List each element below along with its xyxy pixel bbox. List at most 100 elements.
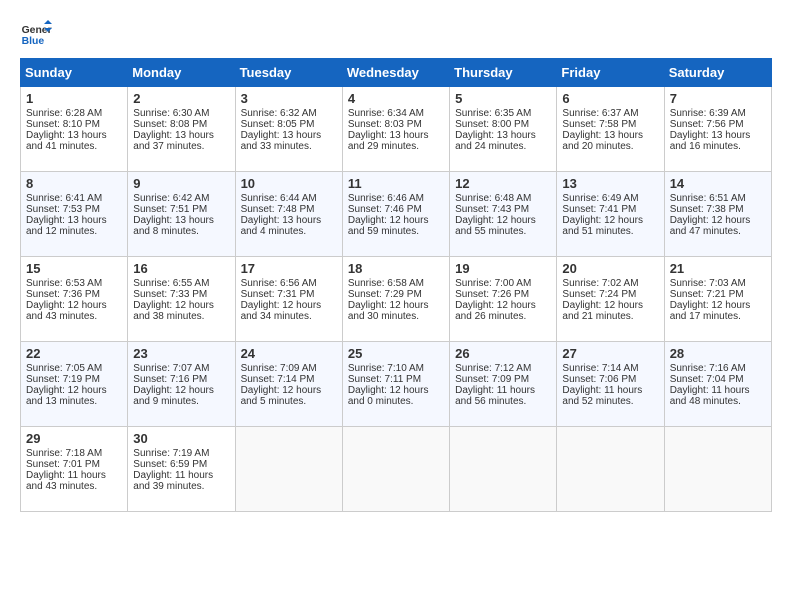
daylight-text: Daylight: 13 hours and 41 minutes. (26, 130, 107, 152)
day-number: 25 (348, 346, 444, 361)
day-number: 26 (455, 346, 551, 361)
daylight-text: Daylight: 12 hours and 9 minutes. (133, 385, 214, 407)
sunset-text: Sunset: 7:56 PM (670, 119, 744, 130)
calendar-cell: 7 Sunrise: 6:39 AM Sunset: 7:56 PM Dayli… (664, 87, 771, 172)
daylight-text: Daylight: 11 hours and 52 minutes. (562, 385, 642, 407)
day-number: 1 (26, 91, 122, 106)
sunrise-text: Sunrise: 7:10 AM (348, 363, 424, 374)
daylight-text: Daylight: 12 hours and 34 minutes. (241, 300, 322, 322)
calendar-cell: 27 Sunrise: 7:14 AM Sunset: 7:06 PM Dayl… (557, 342, 664, 427)
sunrise-text: Sunrise: 6:46 AM (348, 193, 424, 204)
calendar-cell: 13 Sunrise: 6:49 AM Sunset: 7:41 PM Dayl… (557, 172, 664, 257)
day-number: 9 (133, 176, 229, 191)
sunrise-text: Sunrise: 7:19 AM (133, 448, 209, 459)
calendar-cell: 9 Sunrise: 6:42 AM Sunset: 7:51 PM Dayli… (128, 172, 235, 257)
calendar-cell (450, 427, 557, 512)
sunset-text: Sunset: 7:31 PM (241, 289, 315, 300)
sunset-text: Sunset: 7:36 PM (26, 289, 100, 300)
calendar-cell: 18 Sunrise: 6:58 AM Sunset: 7:29 PM Dayl… (342, 257, 449, 342)
day-number: 4 (348, 91, 444, 106)
calendar-cell: 1 Sunrise: 6:28 AM Sunset: 8:10 PM Dayli… (21, 87, 128, 172)
calendar-cell: 3 Sunrise: 6:32 AM Sunset: 8:05 PM Dayli… (235, 87, 342, 172)
sunset-text: Sunset: 7:21 PM (670, 289, 744, 300)
sunset-text: Sunset: 7:58 PM (562, 119, 636, 130)
sunrise-text: Sunrise: 6:34 AM (348, 108, 424, 119)
day-number: 18 (348, 261, 444, 276)
sunset-text: Sunset: 7:38 PM (670, 204, 744, 215)
calendar-cell: 24 Sunrise: 7:09 AM Sunset: 7:14 PM Dayl… (235, 342, 342, 427)
day-number: 3 (241, 91, 337, 106)
sunset-text: Sunset: 7:14 PM (241, 374, 315, 385)
calendar-table: SundayMondayTuesdayWednesdayThursdayFrid… (20, 58, 772, 512)
sunset-text: Sunset: 8:08 PM (133, 119, 207, 130)
calendar-cell: 28 Sunrise: 7:16 AM Sunset: 7:04 PM Dayl… (664, 342, 771, 427)
daylight-text: Daylight: 13 hours and 8 minutes. (133, 215, 214, 237)
day-number: 7 (670, 91, 766, 106)
day-number: 23 (133, 346, 229, 361)
sunset-text: Sunset: 7:29 PM (348, 289, 422, 300)
calendar-cell: 17 Sunrise: 6:56 AM Sunset: 7:31 PM Dayl… (235, 257, 342, 342)
calendar-week-row: 29 Sunrise: 7:18 AM Sunset: 7:01 PM Dayl… (21, 427, 772, 512)
day-number: 6 (562, 91, 658, 106)
sunrise-text: Sunrise: 6:51 AM (670, 193, 746, 204)
sunset-text: Sunset: 7:48 PM (241, 204, 315, 215)
day-header-tuesday: Tuesday (235, 59, 342, 87)
sunset-text: Sunset: 7:51 PM (133, 204, 207, 215)
svg-text:Blue: Blue (22, 36, 45, 47)
daylight-text: Daylight: 12 hours and 30 minutes. (348, 300, 429, 322)
sunrise-text: Sunrise: 7:02 AM (562, 278, 638, 289)
calendar-cell: 12 Sunrise: 6:48 AM Sunset: 7:43 PM Dayl… (450, 172, 557, 257)
calendar-cell (557, 427, 664, 512)
calendar-week-row: 1 Sunrise: 6:28 AM Sunset: 8:10 PM Dayli… (21, 87, 772, 172)
calendar-cell: 5 Sunrise: 6:35 AM Sunset: 8:00 PM Dayli… (450, 87, 557, 172)
sunrise-text: Sunrise: 6:58 AM (348, 278, 424, 289)
daylight-text: Daylight: 13 hours and 16 minutes. (670, 130, 751, 152)
day-header-friday: Friday (557, 59, 664, 87)
daylight-text: Daylight: 12 hours and 5 minutes. (241, 385, 322, 407)
day-number: 28 (670, 346, 766, 361)
sunset-text: Sunset: 7:16 PM (133, 374, 207, 385)
calendar-body: 1 Sunrise: 6:28 AM Sunset: 8:10 PM Dayli… (21, 87, 772, 512)
daylight-text: Daylight: 13 hours and 4 minutes. (241, 215, 322, 237)
day-header-thursday: Thursday (450, 59, 557, 87)
day-number: 16 (133, 261, 229, 276)
sunrise-text: Sunrise: 6:42 AM (133, 193, 209, 204)
sunrise-text: Sunrise: 7:00 AM (455, 278, 531, 289)
daylight-text: Daylight: 12 hours and 59 minutes. (348, 215, 429, 237)
calendar-cell: 14 Sunrise: 6:51 AM Sunset: 7:38 PM Dayl… (664, 172, 771, 257)
daylight-text: Daylight: 11 hours and 56 minutes. (455, 385, 535, 407)
sunset-text: Sunset: 7:19 PM (26, 374, 100, 385)
sunrise-text: Sunrise: 7:16 AM (670, 363, 746, 374)
day-number: 27 (562, 346, 658, 361)
calendar-cell: 15 Sunrise: 6:53 AM Sunset: 7:36 PM Dayl… (21, 257, 128, 342)
day-number: 30 (133, 431, 229, 446)
sunrise-text: Sunrise: 6:44 AM (241, 193, 317, 204)
daylight-text: Daylight: 13 hours and 12 minutes. (26, 215, 107, 237)
calendar-cell: 29 Sunrise: 7:18 AM Sunset: 7:01 PM Dayl… (21, 427, 128, 512)
sunrise-text: Sunrise: 6:32 AM (241, 108, 317, 119)
sunrise-text: Sunrise: 6:30 AM (133, 108, 209, 119)
daylight-text: Daylight: 12 hours and 38 minutes. (133, 300, 214, 322)
day-number: 17 (241, 261, 337, 276)
sunrise-text: Sunrise: 6:49 AM (562, 193, 638, 204)
day-number: 21 (670, 261, 766, 276)
day-number: 22 (26, 346, 122, 361)
day-number: 19 (455, 261, 551, 276)
sunset-text: Sunset: 7:04 PM (670, 374, 744, 385)
sunrise-text: Sunrise: 6:55 AM (133, 278, 209, 289)
daylight-text: Daylight: 12 hours and 47 minutes. (670, 215, 751, 237)
day-number: 24 (241, 346, 337, 361)
sunrise-text: Sunrise: 6:39 AM (670, 108, 746, 119)
day-number: 2 (133, 91, 229, 106)
daylight-text: Daylight: 12 hours and 51 minutes. (562, 215, 643, 237)
sunset-text: Sunset: 7:11 PM (348, 374, 421, 385)
sunrise-text: Sunrise: 7:05 AM (26, 363, 102, 374)
sunrise-text: Sunrise: 7:03 AM (670, 278, 746, 289)
logo: General Blue (20, 20, 52, 48)
sunset-text: Sunset: 8:03 PM (348, 119, 422, 130)
calendar-cell: 16 Sunrise: 6:55 AM Sunset: 7:33 PM Dayl… (128, 257, 235, 342)
sunrise-text: Sunrise: 6:41 AM (26, 193, 102, 204)
calendar-cell: 6 Sunrise: 6:37 AM Sunset: 7:58 PM Dayli… (557, 87, 664, 172)
day-number: 12 (455, 176, 551, 191)
day-number: 20 (562, 261, 658, 276)
